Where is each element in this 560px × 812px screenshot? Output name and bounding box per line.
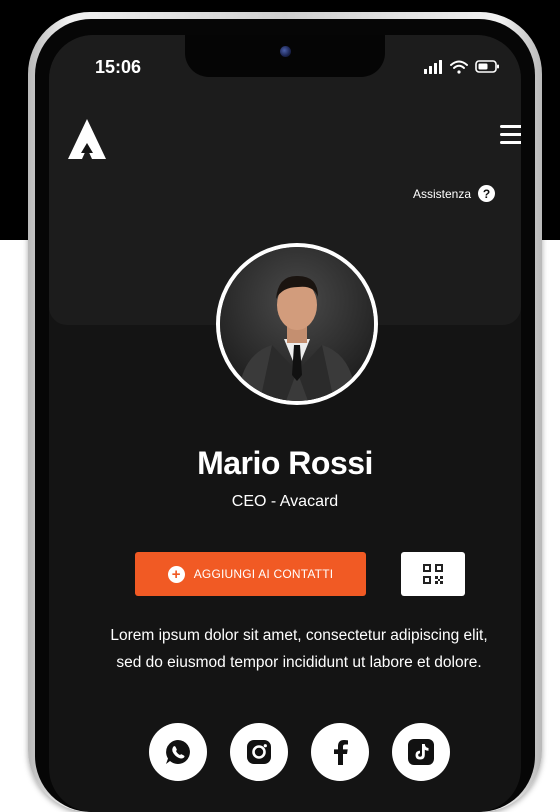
tiktok-icon	[408, 739, 434, 765]
instagram-icon	[247, 740, 271, 764]
notch	[185, 35, 385, 77]
wifi-icon	[450, 60, 468, 74]
instagram-button[interactable]	[230, 723, 288, 781]
signal-icon	[424, 60, 442, 74]
whatsapp-icon	[166, 740, 190, 764]
status-icons	[424, 60, 499, 74]
qr-code-button[interactable]	[401, 552, 465, 596]
camera-icon	[280, 46, 291, 57]
profile-role: CEO - Avacard	[231, 493, 339, 510]
social-links	[149, 723, 450, 781]
add-icon: +	[167, 565, 185, 583]
tiktok-button[interactable]	[392, 723, 450, 781]
avacard-logo-icon[interactable]	[67, 117, 107, 161]
profile-photo	[220, 247, 374, 401]
phone-screen: 15:06 Assistenza ? Mario Rossi CEO - Ava…	[49, 35, 521, 812]
status-time: 15:06	[95, 57, 142, 77]
phone-bezel: 15:06 Assistenza ? Mario Rossi CEO - Ava…	[35, 19, 535, 812]
hamburger-menu-icon[interactable]	[500, 125, 521, 145]
add-to-contacts-label: AGGIUNGI AI CONTATTI	[193, 567, 334, 581]
avatar	[216, 243, 378, 405]
whatsapp-button[interactable]	[149, 723, 207, 781]
qr-code-icon	[423, 564, 443, 584]
add-to-contacts-button[interactable]: + AGGIUNGI AI CONTATTI	[135, 552, 366, 596]
assistance-link[interactable]: Assistenza ?	[413, 185, 495, 202]
help-icon: ?	[478, 185, 495, 202]
facebook-icon	[334, 740, 348, 765]
phone-frame: 15:06 Assistenza ? Mario Rossi CEO - Ava…	[28, 12, 542, 812]
facebook-button[interactable]	[311, 723, 369, 781]
battery-icon	[475, 60, 499, 73]
profile-name: Mario Rossi	[197, 445, 373, 481]
bio-text: Lorem ipsum dolor sit amet, consectetur …	[110, 627, 488, 671]
assistance-label: Assistenza	[412, 186, 471, 201]
